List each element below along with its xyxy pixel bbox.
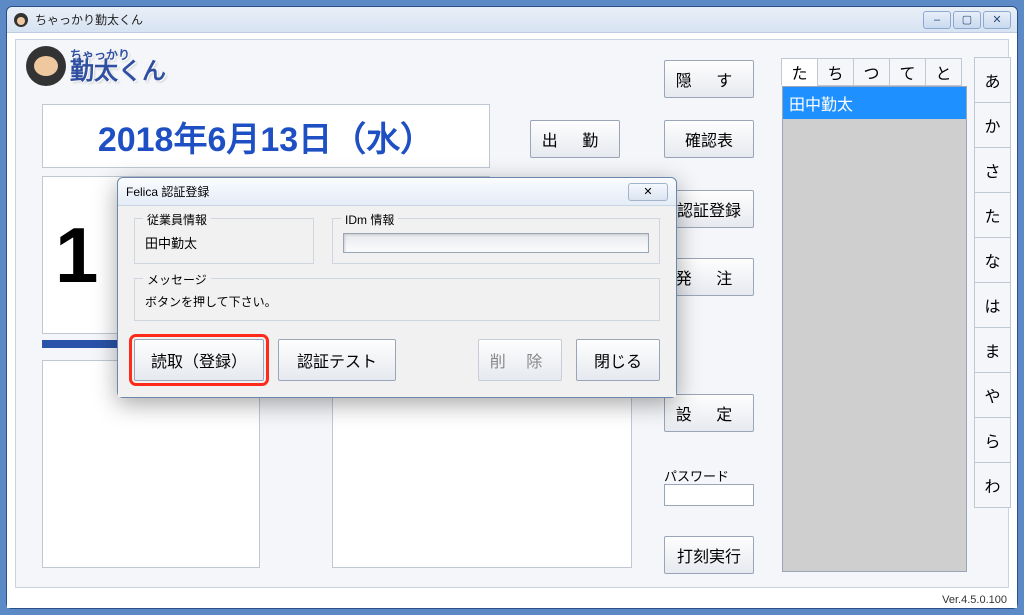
employee-list[interactable]: 田中勤太	[782, 86, 967, 572]
dialog-actions: 読取（登録） 認証テスト 削 除 閉じる	[134, 339, 660, 381]
message-legend: メッセージ	[143, 271, 211, 288]
password-input[interactable]	[664, 484, 754, 506]
message-text: ボタンを押して下さい。	[145, 287, 649, 310]
kana-side-ka[interactable]: か	[974, 102, 1011, 148]
idm-fieldset: IDm 情報	[332, 218, 660, 264]
kana-side-wa[interactable]: わ	[974, 462, 1011, 508]
kana-side-ra[interactable]: ら	[974, 417, 1011, 463]
read-register-button[interactable]: 読取（登録）	[134, 339, 264, 381]
window-controls: – ▢ ✕	[923, 11, 1011, 29]
logo-text: ちゃっかり 勤太くん	[70, 50, 166, 82]
order-button[interactable]: 発 注	[664, 258, 754, 296]
employee-name: 田中勤太	[145, 227, 303, 252]
employee-legend: 従業員情報	[143, 211, 211, 228]
idm-input[interactable]	[343, 233, 649, 253]
app-logo: ちゃっかり 勤太くん	[26, 46, 166, 86]
employee-fieldset: 従業員情報 田中勤太	[134, 218, 314, 264]
main-window: ちゃっかり勤太くん – ▢ ✕ ちゃっかり 勤太くん 2018年6月13日（水）…	[6, 6, 1018, 609]
kana-tab-tsu[interactable]: つ	[853, 58, 890, 86]
settings-button[interactable]: 設 定	[664, 394, 754, 432]
kana-side-column: あ か さ た な は ま や ら わ	[974, 58, 1011, 508]
dialog-titlebar: Felica 認証登録 ✕	[118, 178, 676, 206]
delete-button[interactable]: 削 除	[478, 339, 562, 381]
kana-side-sa[interactable]: さ	[974, 147, 1011, 193]
window-titlebar: ちゃっかり勤太くん – ▢ ✕	[7, 7, 1017, 33]
attend-button[interactable]: 出 勤	[530, 120, 620, 158]
execute-button[interactable]: 打刻実行	[664, 536, 754, 574]
kana-side-ya[interactable]: や	[974, 372, 1011, 418]
hide-button[interactable]: 隠 す	[664, 60, 754, 98]
minimize-button[interactable]: –	[923, 11, 951, 29]
felica-register-dialog: Felica 認証登録 ✕ 従業員情報 田中勤太 IDm 情報 メッセージ ボタ…	[117, 177, 677, 398]
kana-side-ta[interactable]: た	[974, 192, 1011, 238]
dialog-body: 従業員情報 田中勤太 IDm 情報 メッセージ ボタンを押して下さい。 読取（登…	[118, 206, 676, 397]
confirm-button[interactable]: 確認表	[664, 120, 754, 158]
kana-side-ha[interactable]: は	[974, 282, 1011, 328]
idm-legend: IDm 情報	[341, 211, 398, 228]
kana-tab-te[interactable]: て	[889, 58, 926, 86]
maximize-button[interactable]: ▢	[953, 11, 981, 29]
password-label: パスワード	[664, 466, 729, 485]
kana-top-row: た ち つ て と	[782, 58, 962, 86]
auth-register-button[interactable]: 認証登録	[664, 190, 754, 228]
close-button[interactable]: ✕	[983, 11, 1011, 29]
logo-title: 勤太くん	[70, 58, 166, 85]
employee-list-item[interactable]: 田中勤太	[783, 87, 966, 119]
dialog-title: Felica 認証登録	[126, 183, 209, 200]
kana-tab-to[interactable]: と	[925, 58, 962, 86]
kana-side-na[interactable]: な	[974, 237, 1011, 283]
date-text: 2018年6月13日（水）	[98, 112, 434, 161]
logo-face-icon	[26, 46, 66, 86]
date-box: 2018年6月13日（水）	[42, 104, 490, 168]
kana-tab-chi[interactable]: ち	[817, 58, 854, 86]
kana-tab-ta[interactable]: た	[781, 58, 818, 86]
dialog-close-button-2[interactable]: 閉じる	[576, 339, 660, 381]
auth-test-button[interactable]: 認証テスト	[278, 339, 396, 381]
dialog-close-button[interactable]: ✕	[628, 183, 668, 201]
kana-side-a[interactable]: あ	[974, 57, 1011, 103]
window-title: ちゃっかり勤太くん	[35, 11, 923, 28]
message-fieldset: メッセージ ボタンを押して下さい。	[134, 278, 660, 321]
app-icon	[13, 12, 29, 28]
clock-partial: 1	[55, 210, 98, 301]
kana-side-ma[interactable]: ま	[974, 327, 1011, 373]
version-label: Ver.4.5.0.100	[942, 594, 1007, 606]
